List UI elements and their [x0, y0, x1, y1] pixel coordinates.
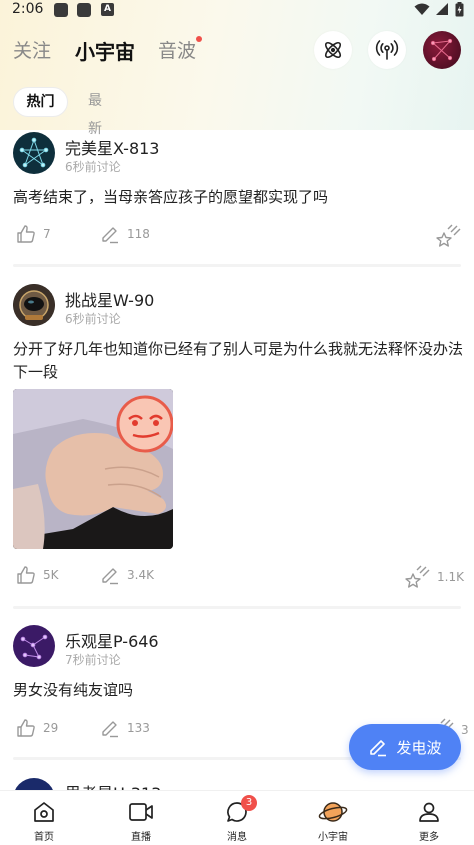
astronaut-avatar-icon: [13, 284, 55, 326]
fab-label: 发电波: [396, 738, 442, 757]
sparkle-count: 1.1K: [437, 570, 464, 584]
top-header: 关注 小宇宙 音波: [0, 28, 474, 72]
nav-universe[interactable]: 小宇宙: [303, 799, 363, 843]
wifi-icon: [414, 3, 430, 15]
post-time: 6秒前讨论: [65, 312, 121, 326]
nav-label: 小宇宙: [318, 832, 348, 843]
broadcast-icon: [375, 40, 399, 60]
post-divider: [13, 606, 461, 609]
tab-follow[interactable]: 关注: [13, 36, 51, 63]
user-avatar[interactable]: [13, 625, 55, 667]
nav-label: 更多: [419, 832, 439, 843]
tab-universe[interactable]: 小宇宙: [75, 36, 135, 65]
broadcast-button[interactable]: [368, 31, 406, 69]
subtab-hot[interactable]: 热门: [13, 87, 68, 117]
status-bar: 2:06 A: [0, 0, 474, 20]
like-button[interactable]: 7: [16, 224, 51, 244]
battery-icon: [455, 2, 464, 17]
notification-icon: [77, 3, 91, 17]
like-count: 5K: [43, 568, 59, 582]
atom-icon: [324, 41, 342, 59]
comment-button[interactable]: 133: [100, 718, 150, 738]
sparkle-button[interactable]: [435, 224, 468, 248]
sparkle-count: 3: [461, 723, 469, 737]
post-divider: [13, 264, 461, 267]
message-badge: 3: [241, 795, 257, 811]
status-time: 2:06: [12, 1, 44, 17]
planet-icon: [318, 802, 348, 822]
user-avatar[interactable]: [13, 132, 55, 174]
sparkle-star-icon: [405, 565, 430, 588]
signal-icon: [436, 3, 448, 15]
comment-count: 118: [127, 227, 150, 241]
like-count: 7: [43, 227, 51, 241]
thumbs-up-icon: [17, 719, 35, 737]
user-avatar[interactable]: [13, 284, 55, 326]
post-image[interactable]: [13, 389, 173, 549]
constellation-icon: [430, 38, 453, 62]
hand-photo-image: [13, 389, 173, 549]
like-button[interactable]: 5K: [16, 565, 59, 585]
user-name[interactable]: 完美星X-813: [65, 135, 159, 159]
nav-label: 首页: [34, 832, 54, 843]
post-time: 6秒前讨论: [65, 160, 121, 174]
pencil-icon: [370, 740, 387, 757]
thumbs-up-icon: [17, 225, 35, 243]
nav-more[interactable]: 更多: [399, 799, 459, 843]
pencil-icon: [102, 568, 118, 585]
thumbs-up-icon: [17, 566, 35, 584]
nav-live[interactable]: 直播: [111, 799, 171, 843]
post-actions: 5K 3.4K 1.1K: [0, 565, 474, 591]
nav-messages[interactable]: 3 消息: [207, 795, 267, 843]
like-button[interactable]: 29: [16, 718, 58, 738]
bottom-nav: 首页 直播 3 消息 小宇宙 更多: [0, 790, 474, 845]
profile-avatar[interactable]: [423, 31, 461, 69]
post-wave-button[interactable]: 发电波: [349, 724, 461, 770]
nav-label: 直播: [131, 832, 151, 843]
post-text[interactable]: 男女没有纯友谊吗: [13, 679, 465, 702]
comment-count: 3.4K: [127, 568, 154, 582]
post-time: 7秒前讨论: [65, 653, 121, 667]
user-name[interactable]: 乐观星P-646: [65, 628, 159, 652]
person-icon: [419, 802, 439, 822]
comment-count: 133: [127, 721, 150, 735]
notification-a-icon: A: [101, 3, 114, 16]
comment-button[interactable]: 3.4K: [100, 565, 154, 585]
sparkle-button[interactable]: 1.1K: [404, 565, 464, 589]
nav-home[interactable]: 首页: [14, 799, 74, 843]
user-name[interactable]: 挑战星W-90: [65, 287, 154, 311]
notification-icon: [54, 3, 68, 17]
pencil-icon: [102, 721, 118, 738]
post-text[interactable]: 高考结束了，当母亲答应孩子的愿望都实现了吗: [13, 186, 465, 209]
video-camera-icon: [129, 803, 153, 821]
new-indicator-dot: [196, 36, 202, 42]
sparkle-star-icon: [436, 224, 461, 247]
home-icon: [34, 802, 54, 822]
post-text[interactable]: 分开了好几年也知道你已经有了别人可是为什么我就无法释怀没办法下一段: [13, 338, 465, 384]
subtab-latest[interactable]: 最新: [88, 87, 102, 137]
comment-button[interactable]: 118: [100, 224, 150, 244]
post-actions: 7 118: [0, 224, 474, 250]
constellation-avatar-icon: [19, 137, 49, 168]
atom-button[interactable]: [314, 31, 352, 69]
like-count: 29: [43, 721, 59, 735]
nav-label: 消息: [227, 832, 247, 843]
constellation-avatar-icon: [20, 634, 48, 660]
pencil-icon: [102, 227, 118, 244]
tab-soundwave[interactable]: 音波: [158, 36, 196, 63]
